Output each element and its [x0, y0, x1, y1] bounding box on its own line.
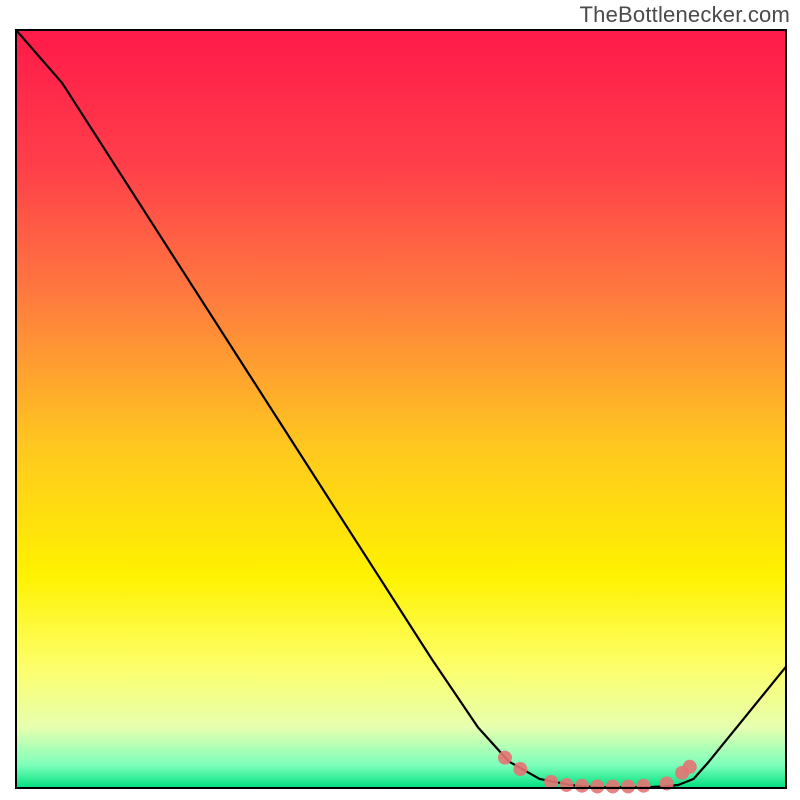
bottleneck-curve-chart [0, 0, 800, 800]
chart-frame: TheBottleneсker.com [0, 0, 800, 800]
